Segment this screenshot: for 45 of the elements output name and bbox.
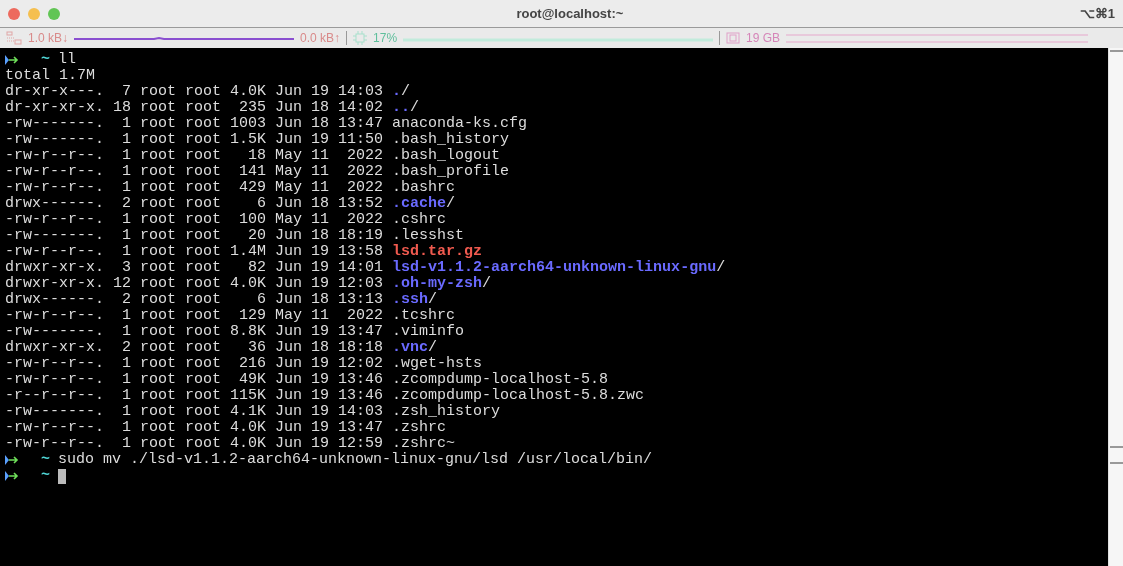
command-text: ll xyxy=(58,52,77,68)
listing-line: -rw-r--r--. 1 root root 216 Jun 19 12:02 .wget-hsts xyxy=(5,356,483,372)
listing-line: dr-xr-x---. 7 root root 4.0K Jun 19 14:03 ./ xyxy=(5,84,411,100)
network-icon xyxy=(6,31,22,45)
listing-line: drwxr-xr-x. 2 root root 36 Jun 18 18:18 .vnc/ xyxy=(5,340,438,356)
upload-rate: 0.0 kB↑ xyxy=(300,30,341,47)
prompt-directory: ~ xyxy=(41,468,50,484)
listing-line: -rw-------. 1 root root 20 Jun 18 18:19 .lesshst xyxy=(5,228,465,244)
listing-line: -rw-r--r--. 1 root root 49K Jun 19 13:46 .zcompdump-localhost-5.8 xyxy=(5,372,609,388)
memory-icon xyxy=(726,32,741,44)
command-text: sudo mv ./lsd-v1.1.2-aarch64-unknown-linux-gnu/lsd /usr/local/bin/ xyxy=(58,452,653,468)
download-rate: 1.0 kB↓ xyxy=(28,30,69,47)
listing-line: -rw-r--r--. 1 root root 100 May 11 2022 .cshrc xyxy=(5,212,447,228)
listing-line: drwx------. 2 root root 6 Jun 18 13:52 .cache/ xyxy=(5,196,456,212)
cpu-usage: 17% xyxy=(373,30,398,47)
window-title: root@localhost:~ xyxy=(516,5,624,21)
minimize-button[interactable] xyxy=(28,7,40,20)
listing-line: -rw-r--r--. 1 root root 129 May 11 2022 .tcshrc xyxy=(5,308,456,324)
listing-line: -rw-r--r--. 1 root root 18 May 11 2022 .bash_logout xyxy=(5,148,501,164)
scroll-bar[interactable] xyxy=(1108,48,1123,566)
listing-line: -r--r--r--. 1 root root 115K Jun 19 13:46 .zcompdump-localhost-5.8.zwc xyxy=(5,388,645,404)
listing-line: drwx------. 2 root root 6 Jun 18 13:13 .ssh/ xyxy=(5,292,438,308)
close-button[interactable] xyxy=(8,7,20,20)
prompt-arrow-icon xyxy=(5,471,19,481)
cpu-icon xyxy=(353,31,368,45)
prompt-arrow-icon xyxy=(5,55,19,65)
memory-usage: 19 GB xyxy=(746,30,781,47)
listing-line: -rw-r--r--. 1 root root 1.4M Jun 19 13:58 lsd.tar.gz xyxy=(5,244,483,260)
listing-line: -rw-------. 1 root root 4.1K Jun 19 14:03 .zsh_history xyxy=(5,404,501,420)
shortcut-label: ⌥⌘1 xyxy=(1079,4,1115,23)
prompt-directory: ~ xyxy=(41,52,50,68)
prompt-arrow-icon xyxy=(5,455,19,465)
listing-line: drwxr-xr-x. 12 root root 4.0K Jun 19 12:03 .oh-my-zsh/ xyxy=(5,276,492,292)
listing-line: drwxr-xr-x. 3 root root 82 Jun 19 14:01 lsd-v1.1.2-aarch64-unknown-linux-gnu/ xyxy=(5,260,726,276)
listing-line: -rw-r--r--. 1 root root 4.0K Jun 19 13:47 .zshrc xyxy=(5,420,447,436)
prompt-directory: ~ xyxy=(41,452,50,468)
listing-line: -rw-------. 1 root root 1.5K Jun 19 11:50 .bash_history xyxy=(5,132,510,148)
listing-line: -rw-------. 1 root root 8.8K Jun 19 13:47 .viminfo xyxy=(5,324,465,340)
listing-line: -rw-r--r--. 1 root root 4.0K Jun 19 12:59 .zshrc~ xyxy=(5,436,456,452)
zoom-button[interactable] xyxy=(48,7,60,20)
listing-line: dr-xr-xr-x. 18 root root 235 Jun 18 14:02 ../ xyxy=(5,100,420,116)
listing-line: -rw-r--r--. 1 root root 429 May 11 2022 .bashrc xyxy=(5,180,456,196)
listing-line: -rw-r--r--. 1 root root 141 May 11 2022 .bash_profile xyxy=(5,164,510,180)
listing-line: -rw-------. 1 root root 1003 Jun 18 13:47 anaconda-ks.cfg xyxy=(5,116,528,132)
output-line: total 1.7M xyxy=(5,68,95,84)
